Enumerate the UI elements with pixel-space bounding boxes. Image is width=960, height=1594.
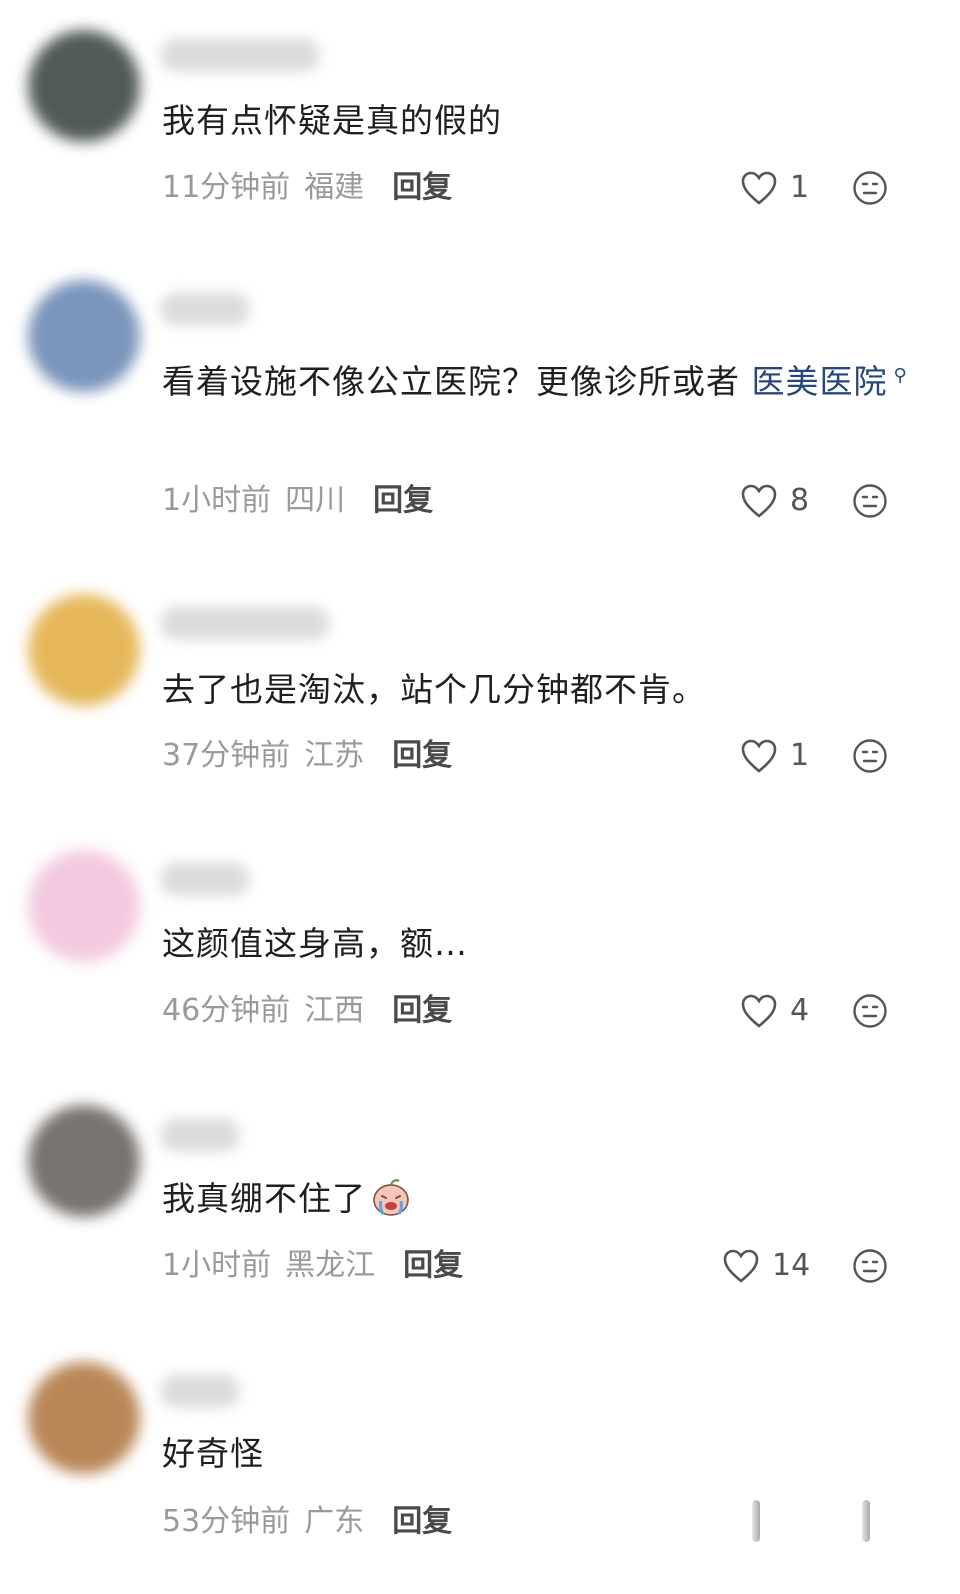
comment-text: 看着设施不像公立医院？更像诊所或者 医美医院 ⚲ (162, 348, 922, 410)
avatar[interactable] (28, 30, 140, 142)
comment-location: 广东 (304, 1504, 365, 1539)
avatar[interactable] (28, 850, 140, 962)
neutral-face-icon[interactable] (852, 483, 888, 519)
comment-text: 这颜值这身高，额… (162, 924, 468, 963)
comment-text-body: 看着设施不像公立医院？更像诊所或者 (162, 362, 752, 401)
crying-laughing-emoji (373, 1179, 409, 1216)
avatar[interactable] (28, 594, 140, 706)
heart-outline-icon (741, 994, 777, 1028)
comment-location: 江西 (304, 993, 365, 1028)
comment-text: 我有点怀疑是真的假的 (162, 101, 502, 140)
avatar[interactable] (28, 1362, 140, 1474)
search-link[interactable]: 医美医院 (752, 362, 888, 401)
like-button[interactable]: 1 (740, 168, 809, 208)
like-count: 1 (790, 170, 810, 205)
comment-location: 江苏 (304, 738, 365, 773)
comment-time: 53分钟前 (162, 1504, 291, 1539)
comment-meta: 53分钟前 广东 回复 (162, 1502, 452, 1542)
neutral-face-icon[interactable] (852, 993, 888, 1029)
neutral-face-icon[interactable] (852, 170, 888, 206)
reply-button[interactable]: 回复 (392, 170, 452, 205)
reply-button[interactable]: 回复 (392, 1504, 452, 1539)
like-count: 14 (772, 1248, 811, 1283)
like-button[interactable]: 14 (722, 1246, 810, 1286)
comment-meta: 1小时前 黑龙江 回复 (162, 1246, 463, 1286)
comment-meta: 46分钟前 江西 回复 (162, 991, 452, 1031)
like-count: 8 (790, 483, 810, 518)
heart-outline-icon (741, 171, 777, 205)
heart-outline-icon (741, 739, 777, 773)
neutral-face-icon[interactable] (852, 1248, 888, 1284)
like-count: 1 (790, 738, 810, 773)
avatar[interactable] (28, 1105, 140, 1217)
like-button[interactable]: 8 (740, 481, 809, 521)
comment-meta: 1小时前 四川 回复 (162, 481, 433, 521)
reply-button[interactable]: 回复 (373, 483, 433, 518)
like-button[interactable]: 4 (740, 991, 809, 1031)
comment-time: 1小时前 (162, 1248, 272, 1283)
reply-button[interactable]: 回复 (392, 738, 452, 773)
comment-time: 11分钟前 (162, 170, 291, 205)
comment-meta: 37分钟前 江苏 回复 (162, 736, 452, 776)
search-icon[interactable]: ⚲ (894, 365, 908, 386)
like-button[interactable]: 1 (740, 736, 809, 776)
username-blurred[interactable] (160, 606, 330, 640)
heart-outline-icon (741, 484, 777, 518)
scroll-handle-left[interactable] (752, 1500, 760, 1542)
username-blurred[interactable] (160, 38, 320, 72)
comment-location: 黑龙江 (285, 1248, 376, 1283)
comment-meta: 11分钟前 福建 回复 (162, 168, 452, 208)
username-blurred[interactable] (160, 862, 250, 896)
comment-text: 我真绷不住了 (162, 1171, 922, 1227)
username-blurred[interactable] (160, 1374, 240, 1408)
comment-time: 1小时前 (162, 483, 272, 518)
reply-button[interactable]: 回复 (392, 993, 452, 1028)
comment-location: 福建 (304, 170, 365, 205)
heart-outline-icon (723, 1249, 759, 1283)
reply-button[interactable]: 回复 (403, 1248, 463, 1283)
comment-location: 四川 (285, 483, 346, 518)
comment-text: 好奇怪 (162, 1434, 264, 1473)
neutral-face-icon[interactable] (852, 738, 888, 774)
like-count: 4 (790, 993, 810, 1028)
username-blurred[interactable] (160, 1118, 240, 1152)
avatar[interactable] (28, 280, 140, 392)
comment-text-body: 我真绷不住了 (162, 1179, 366, 1218)
scroll-handle-right[interactable] (862, 1500, 870, 1542)
comment-time: 46分钟前 (162, 993, 291, 1028)
comment-time: 37分钟前 (162, 738, 291, 773)
comment-text: 去了也是淘汰，站个几分钟都不肯。 (162, 670, 706, 709)
username-blurred[interactable] (160, 292, 250, 326)
